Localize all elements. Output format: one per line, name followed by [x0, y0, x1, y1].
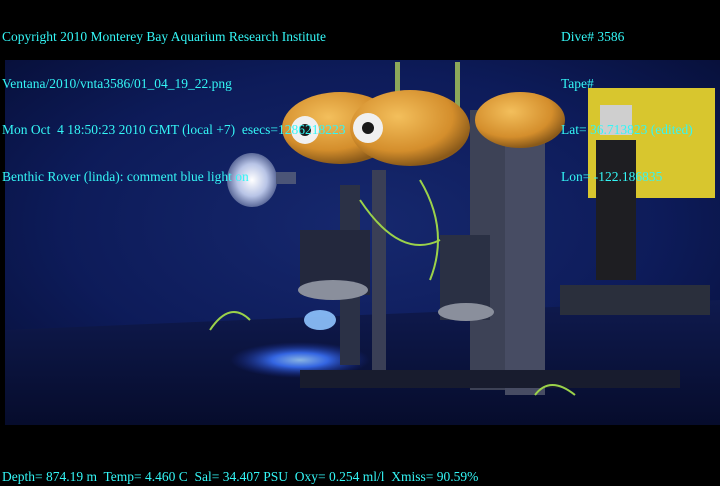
longitude: Lon= -122.186835 [561, 168, 663, 184]
filename-line: Ventana/2010/vnta3586/01_04_19_22.png [2, 75, 232, 91]
video-frame: Copyright 2010 Monterey Bay Aquarium Res… [0, 0, 720, 486]
dive-number: Dive# 3586 [561, 29, 625, 44]
latitude: Lat= 36.713823 (edited) [561, 122, 693, 137]
tape-number: Tape# [561, 75, 594, 91]
copyright-line: Copyright 2010 Monterey Bay Aquarium Res… [2, 29, 326, 44]
telemetry-line: Depth= 874.19 m Temp= 4.460 C Sal= 34.40… [2, 469, 479, 484]
overlay-top-right: Dive# 3586 Tape# Lat= 36.713823 (edited)… [561, 0, 693, 215]
timestamp-line: Mon Oct 4 18:50:23 2010 GMT (local +7) e… [2, 122, 346, 137]
blue-light-source [304, 310, 336, 330]
overlay-top-left: Copyright 2010 Monterey Bay Aquarium Res… [2, 0, 345, 215]
comment-line: Benthic Rover (linda): comment blue ligh… [2, 168, 249, 184]
